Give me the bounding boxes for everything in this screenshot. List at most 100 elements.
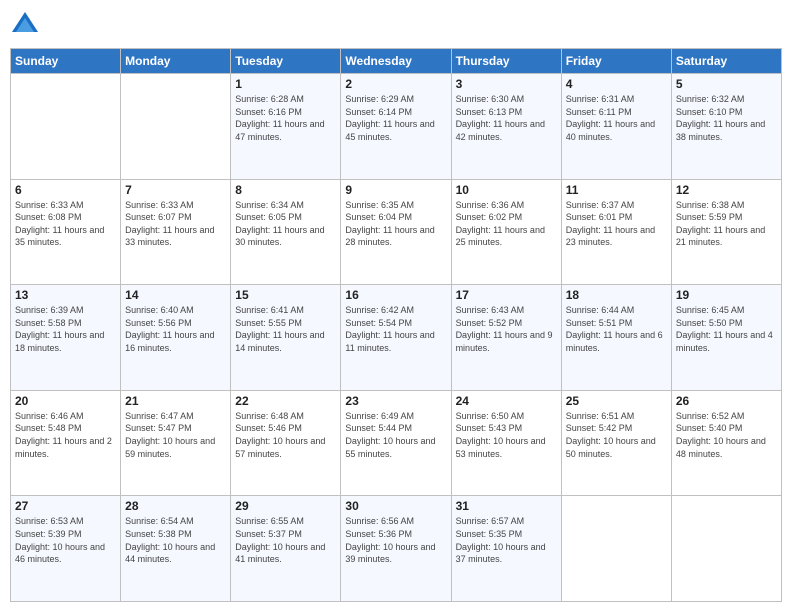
- day-cell: 8 Sunrise: 6:34 AM Sunset: 6:05 PM Daylig…: [231, 179, 341, 285]
- day-cell: 16 Sunrise: 6:42 AM Sunset: 5:54 PM Dayli…: [341, 285, 451, 391]
- day-info: Sunrise: 6:33 AM Sunset: 6:07 PM Dayligh…: [125, 199, 226, 249]
- day-header-tuesday: Tuesday: [231, 49, 341, 74]
- day-number: 26: [676, 394, 777, 408]
- day-number: 18: [566, 288, 667, 302]
- day-info: Sunrise: 6:28 AM Sunset: 6:16 PM Dayligh…: [235, 93, 336, 143]
- week-row-1: 6 Sunrise: 6:33 AM Sunset: 6:08 PM Daylig…: [11, 179, 782, 285]
- day-cell: 22 Sunrise: 6:48 AM Sunset: 5:46 PM Dayli…: [231, 390, 341, 496]
- day-info: Sunrise: 6:36 AM Sunset: 6:02 PM Dayligh…: [456, 199, 557, 249]
- day-number: 13: [15, 288, 116, 302]
- day-number: 10: [456, 183, 557, 197]
- day-number: 17: [456, 288, 557, 302]
- day-cell: 25 Sunrise: 6:51 AM Sunset: 5:42 PM Dayli…: [561, 390, 671, 496]
- day-number: 6: [15, 183, 116, 197]
- day-cell: 10 Sunrise: 6:36 AM Sunset: 6:02 PM Dayli…: [451, 179, 561, 285]
- day-info: Sunrise: 6:49 AM Sunset: 5:44 PM Dayligh…: [345, 410, 446, 460]
- day-cell: 13 Sunrise: 6:39 AM Sunset: 5:58 PM Dayli…: [11, 285, 121, 391]
- week-row-0: 1 Sunrise: 6:28 AM Sunset: 6:16 PM Daylig…: [11, 74, 782, 180]
- day-cell: 12Sunrise: 6:38 AM Sunset: 5:59 PM Dayli…: [671, 179, 781, 285]
- day-info: Sunrise: 6:54 AM Sunset: 5:38 PM Dayligh…: [125, 515, 226, 565]
- day-cell: 11 Sunrise: 6:37 AM Sunset: 6:01 PM Dayli…: [561, 179, 671, 285]
- day-header-thursday: Thursday: [451, 49, 561, 74]
- day-number: 11: [566, 183, 667, 197]
- day-number: 31: [456, 499, 557, 513]
- day-cell: 14Sunrise: 6:40 AM Sunset: 5:56 PM Dayli…: [121, 285, 231, 391]
- week-row-4: 27 Sunrise: 6:53 AM Sunset: 5:39 PM Dayli…: [11, 496, 782, 602]
- day-number: 15: [235, 288, 336, 302]
- day-header-sunday: Sunday: [11, 49, 121, 74]
- day-number: 5: [676, 77, 777, 91]
- day-number: 12: [676, 183, 777, 197]
- day-info: Sunrise: 6:37 AM Sunset: 6:01 PM Dayligh…: [566, 199, 667, 249]
- day-cell: [121, 74, 231, 180]
- day-info: Sunrise: 6:34 AM Sunset: 6:05 PM Dayligh…: [235, 199, 336, 249]
- day-number: 9: [345, 183, 446, 197]
- day-info: Sunrise: 6:48 AM Sunset: 5:46 PM Dayligh…: [235, 410, 336, 460]
- day-cell: 17Sunrise: 6:43 AM Sunset: 5:52 PM Dayli…: [451, 285, 561, 391]
- day-info: Sunrise: 6:31 AM Sunset: 6:11 PM Dayligh…: [566, 93, 667, 143]
- day-info: Sunrise: 6:56 AM Sunset: 5:36 PM Dayligh…: [345, 515, 446, 565]
- day-cell: 3Sunrise: 6:30 AM Sunset: 6:13 PM Daylig…: [451, 74, 561, 180]
- day-cell: 28 Sunrise: 6:54 AM Sunset: 5:38 PM Dayli…: [121, 496, 231, 602]
- day-number: 25: [566, 394, 667, 408]
- day-info: Sunrise: 6:47 AM Sunset: 5:47 PM Dayligh…: [125, 410, 226, 460]
- day-cell: 19Sunrise: 6:45 AM Sunset: 5:50 PM Dayli…: [671, 285, 781, 391]
- header: [10, 10, 782, 40]
- day-number: 24: [456, 394, 557, 408]
- day-number: 30: [345, 499, 446, 513]
- day-info: Sunrise: 6:57 AM Sunset: 5:35 PM Dayligh…: [456, 515, 557, 565]
- day-info: Sunrise: 6:35 AM Sunset: 6:04 PM Dayligh…: [345, 199, 446, 249]
- day-info: Sunrise: 6:29 AM Sunset: 6:14 PM Dayligh…: [345, 93, 446, 143]
- day-cell: 31 Sunrise: 6:57 AM Sunset: 5:35 PM Dayli…: [451, 496, 561, 602]
- day-number: 22: [235, 394, 336, 408]
- day-info: Sunrise: 6:46 AM Sunset: 5:48 PM Dayligh…: [15, 410, 116, 460]
- day-header-friday: Friday: [561, 49, 671, 74]
- week-row-2: 13 Sunrise: 6:39 AM Sunset: 5:58 PM Dayli…: [11, 285, 782, 391]
- day-number: 28: [125, 499, 226, 513]
- day-number: 21: [125, 394, 226, 408]
- day-number: 1: [235, 77, 336, 91]
- day-cell: 15Sunrise: 6:41 AM Sunset: 5:55 PM Dayli…: [231, 285, 341, 391]
- day-info: Sunrise: 6:51 AM Sunset: 5:42 PM Dayligh…: [566, 410, 667, 460]
- day-cell: [561, 496, 671, 602]
- day-info: Sunrise: 6:50 AM Sunset: 5:43 PM Dayligh…: [456, 410, 557, 460]
- day-cell: 5 Sunrise: 6:32 AM Sunset: 6:10 PM Daylig…: [671, 74, 781, 180]
- day-cell: 1 Sunrise: 6:28 AM Sunset: 6:16 PM Daylig…: [231, 74, 341, 180]
- day-number: 29: [235, 499, 336, 513]
- day-info: Sunrise: 6:33 AM Sunset: 6:08 PM Dayligh…: [15, 199, 116, 249]
- calendar-header-row: SundayMondayTuesdayWednesdayThursdayFrid…: [11, 49, 782, 74]
- day-number: 20: [15, 394, 116, 408]
- week-row-3: 20 Sunrise: 6:46 AM Sunset: 5:48 PM Dayli…: [11, 390, 782, 496]
- day-number: 2: [345, 77, 446, 91]
- day-cell: 26Sunrise: 6:52 AM Sunset: 5:40 PM Dayli…: [671, 390, 781, 496]
- day-info: Sunrise: 6:53 AM Sunset: 5:39 PM Dayligh…: [15, 515, 116, 565]
- day-info: Sunrise: 6:42 AM Sunset: 5:54 PM Dayligh…: [345, 304, 446, 354]
- day-number: 8: [235, 183, 336, 197]
- day-cell: 23Sunrise: 6:49 AM Sunset: 5:44 PM Dayli…: [341, 390, 451, 496]
- page: SundayMondayTuesdayWednesdayThursdayFrid…: [0, 0, 792, 612]
- logo: [10, 10, 42, 40]
- day-header-saturday: Saturday: [671, 49, 781, 74]
- day-cell: 29 Sunrise: 6:55 AM Sunset: 5:37 PM Dayli…: [231, 496, 341, 602]
- day-cell: [671, 496, 781, 602]
- day-number: 4: [566, 77, 667, 91]
- logo-icon: [10, 10, 40, 40]
- day-number: 7: [125, 183, 226, 197]
- calendar-table: SundayMondayTuesdayWednesdayThursdayFrid…: [10, 48, 782, 602]
- day-cell: 27 Sunrise: 6:53 AM Sunset: 5:39 PM Dayli…: [11, 496, 121, 602]
- day-cell: 30 Sunrise: 6:56 AM Sunset: 5:36 PM Dayli…: [341, 496, 451, 602]
- day-cell: 24 Sunrise: 6:50 AM Sunset: 5:43 PM Dayli…: [451, 390, 561, 496]
- day-cell: 7 Sunrise: 6:33 AM Sunset: 6:07 PM Daylig…: [121, 179, 231, 285]
- day-number: 27: [15, 499, 116, 513]
- day-info: Sunrise: 6:32 AM Sunset: 6:10 PM Dayligh…: [676, 93, 777, 143]
- day-cell: 4 Sunrise: 6:31 AM Sunset: 6:11 PM Daylig…: [561, 74, 671, 180]
- day-cell: 6 Sunrise: 6:33 AM Sunset: 6:08 PM Daylig…: [11, 179, 121, 285]
- day-info: Sunrise: 6:55 AM Sunset: 5:37 PM Dayligh…: [235, 515, 336, 565]
- day-cell: [11, 74, 121, 180]
- day-cell: 18Sunrise: 6:44 AM Sunset: 5:51 PM Dayli…: [561, 285, 671, 391]
- day-info: Sunrise: 6:39 AM Sunset: 5:58 PM Dayligh…: [15, 304, 116, 354]
- day-info: Sunrise: 6:45 AM Sunset: 5:50 PM Dayligh…: [676, 304, 777, 354]
- day-number: 14: [125, 288, 226, 302]
- day-cell: 20 Sunrise: 6:46 AM Sunset: 5:48 PM Dayli…: [11, 390, 121, 496]
- day-number: 16: [345, 288, 446, 302]
